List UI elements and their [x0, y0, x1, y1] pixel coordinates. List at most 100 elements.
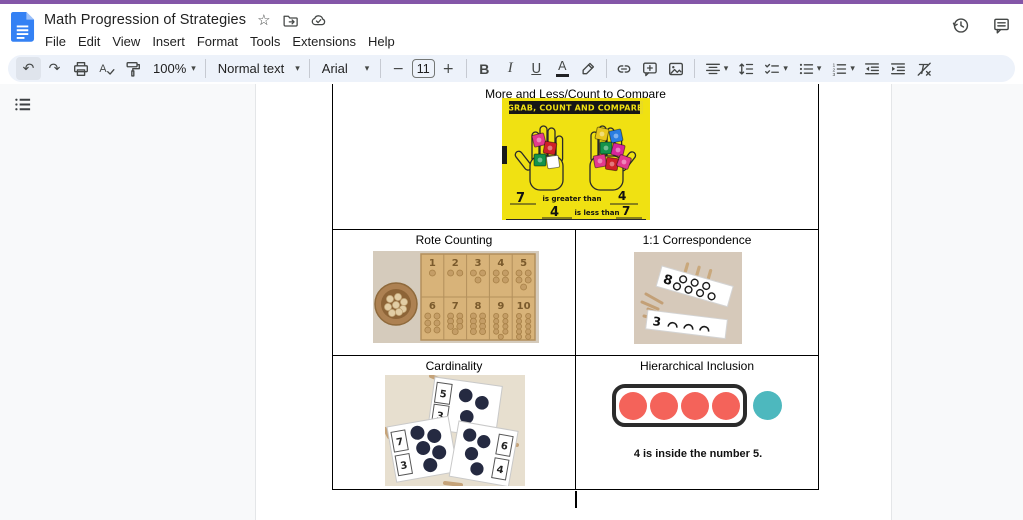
- rote-counting-image[interactable]: 12345678910: [373, 251, 539, 343]
- paint-format-button[interactable]: [120, 57, 145, 80]
- print-button[interactable]: [68, 57, 93, 80]
- svg-text:6: 6: [429, 301, 436, 312]
- bulleted-list-icon: [797, 60, 815, 78]
- decrease-font-size-button[interactable]: −: [386, 57, 411, 80]
- menu-format[interactable]: Format: [191, 32, 244, 51]
- caption-cardinality: Cardinality: [333, 356, 575, 374]
- underline-button[interactable]: U: [524, 57, 549, 80]
- menu-extensions[interactable]: Extensions: [286, 32, 362, 51]
- add-comment-button[interactable]: [638, 57, 663, 80]
- numbered-list-dropdown[interactable]: 123 ▾: [826, 57, 859, 80]
- add-comment-icon: [641, 60, 659, 78]
- checklist-icon: [763, 60, 781, 78]
- menu-help[interactable]: Help: [362, 32, 401, 51]
- one-to-one-correspondence-image[interactable]: 8 3: [634, 252, 742, 344]
- caption-correspondence: 1:1 Correspondence: [576, 230, 818, 248]
- svg-text:A: A: [99, 63, 107, 75]
- svg-text:4: 4: [497, 258, 504, 269]
- chevron-down-icon: ▾: [850, 64, 855, 74]
- document-title[interactable]: Math Progression of Strategies: [44, 12, 246, 28]
- svg-text:1: 1: [429, 258, 436, 269]
- insert-image-button[interactable]: [664, 57, 689, 80]
- italic-button[interactable]: I: [498, 57, 523, 80]
- inside-circle: [712, 392, 740, 420]
- clear-formatting-icon: [915, 60, 933, 78]
- increase-font-size-button[interactable]: +: [436, 57, 461, 80]
- text-color-button[interactable]: A: [550, 57, 575, 80]
- chevron-down-icon: ▾: [817, 64, 822, 74]
- menu-tools[interactable]: Tools: [244, 32, 286, 51]
- text-color-swatch: [556, 74, 569, 77]
- line-spacing-icon: [737, 60, 755, 78]
- menu-insert[interactable]: Insert: [146, 32, 191, 51]
- image-icon: [667, 60, 685, 78]
- menu-view[interactable]: View: [106, 32, 146, 51]
- document-canvas: More and Less/Count to Compare GRAB, COU…: [0, 84, 1023, 520]
- hierarchical-inclusion-image[interactable]: 4 is inside the number 5.: [612, 384, 788, 427]
- svg-text:5: 5: [520, 258, 527, 269]
- insert-link-button[interactable]: [612, 57, 637, 80]
- increase-indent-button[interactable]: [886, 57, 911, 80]
- inside-circle: [619, 392, 647, 420]
- clear-formatting-button[interactable]: [912, 57, 937, 80]
- cell-cardinality[interactable]: Cardinality 5 3: [332, 356, 576, 490]
- svg-text:8: 8: [475, 301, 482, 312]
- move-to-folder-icon[interactable]: [282, 12, 299, 29]
- cell-correspondence[interactable]: 1:1 Correspondence 8: [576, 230, 819, 356]
- caption-hierarchical-inclusion: Hierarchical Inclusion: [576, 356, 818, 374]
- hierarchical-caption: 4 is inside the number 5.: [606, 448, 790, 460]
- cardinality-image[interactable]: 5 3 7 3: [385, 375, 525, 486]
- redo-button[interactable]: ↷: [42, 57, 67, 80]
- align-icon: [704, 60, 722, 78]
- font-size-input[interactable]: 11: [412, 59, 435, 78]
- paint-roller-icon: [124, 60, 142, 78]
- line-spacing-button[interactable]: [733, 57, 758, 80]
- align-dropdown[interactable]: ▾: [700, 57, 733, 80]
- bulleted-list-dropdown[interactable]: ▾: [793, 57, 826, 80]
- menu-edit[interactable]: Edit: [72, 32, 106, 51]
- text-cursor: [575, 491, 577, 508]
- zoom-dropdown[interactable]: 100% ▾: [146, 57, 200, 80]
- google-docs-logo[interactable]: [11, 12, 35, 43]
- chevron-down-icon: ▾: [295, 64, 300, 74]
- document-page[interactable]: More and Less/Count to Compare GRAB, COU…: [255, 84, 892, 520]
- svg-text:3: 3: [833, 72, 836, 78]
- formatting-toolbar: ↶ ↷ A 100% ▾ Normal text ▾ Arial ▾ − 11 …: [8, 55, 1015, 82]
- version-history-button[interactable]: [951, 16, 970, 40]
- cloud-saved-icon[interactable]: [310, 12, 327, 29]
- svg-text:7: 7: [622, 204, 630, 218]
- svg-text:is less than: is less than: [575, 209, 620, 217]
- bold-button[interactable]: B: [472, 57, 497, 80]
- paragraph-style-dropdown[interactable]: Normal text ▾: [211, 57, 304, 80]
- svg-text:10: 10: [517, 301, 531, 312]
- decrease-indent-button[interactable]: [860, 57, 885, 80]
- hierarchical-box: [612, 384, 747, 427]
- star-icon[interactable]: ☆: [257, 13, 270, 28]
- link-icon: [615, 60, 633, 78]
- cell-hierarchical-inclusion[interactable]: Hierarchical Inclusion 4 is inside the n…: [576, 356, 819, 490]
- menu-bar: File Edit View Insert Format Tools Exten…: [39, 32, 401, 51]
- checklist-dropdown[interactable]: ▾: [759, 57, 792, 80]
- comments-button[interactable]: [992, 16, 1011, 40]
- svg-text:2: 2: [452, 258, 459, 269]
- chevron-down-icon: ▾: [783, 64, 788, 74]
- caption-rote-counting: Rote Counting: [333, 230, 575, 248]
- inside-circle: [681, 392, 709, 420]
- menu-file[interactable]: File: [39, 32, 72, 51]
- outside-circle: [753, 391, 782, 420]
- numbered-list-icon: 123: [830, 60, 848, 78]
- undo-button[interactable]: ↶: [16, 57, 41, 80]
- svg-text:7: 7: [452, 301, 459, 312]
- svg-text:3: 3: [475, 258, 482, 269]
- grab-count-compare-image[interactable]: GRAB, COUNT AND COMPARE: [502, 98, 650, 220]
- cell-more-and-less[interactable]: More and Less/Count to Compare GRAB, COU…: [332, 84, 819, 230]
- highlight-color-button[interactable]: [576, 57, 601, 80]
- spellcheck-icon: A: [98, 60, 116, 78]
- cell-rote-counting[interactable]: Rote Counting 12345678910: [332, 230, 576, 356]
- print-icon: [72, 60, 90, 78]
- spellcheck-button[interactable]: A: [94, 57, 119, 80]
- font-dropdown[interactable]: Arial ▾: [315, 57, 375, 80]
- show-outline-button[interactable]: [13, 95, 33, 113]
- inside-circle: [650, 392, 678, 420]
- header-bar: Math Progression of Strategies ☆ File Ed…: [0, 4, 1023, 56]
